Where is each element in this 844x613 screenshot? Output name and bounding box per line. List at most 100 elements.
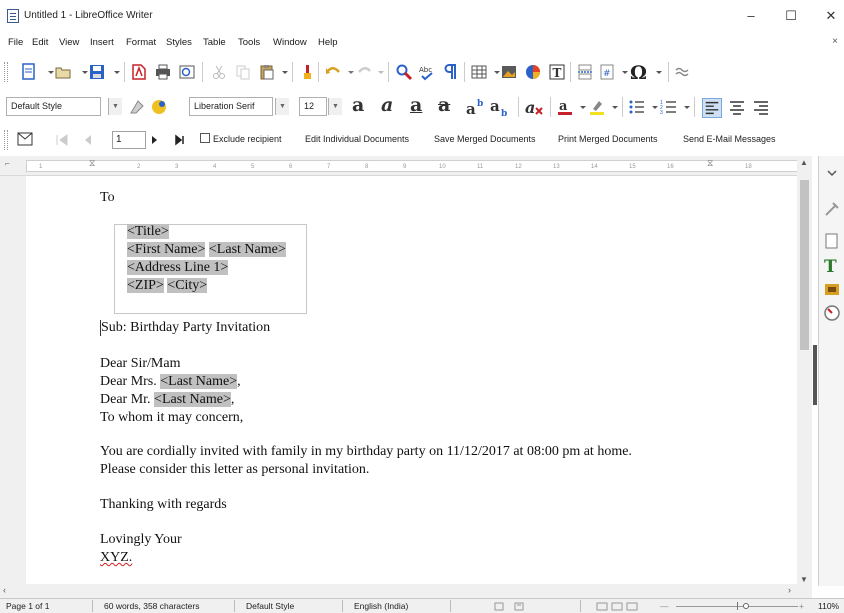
connect-to-address-list-icon[interactable] (16, 130, 34, 148)
insert-field-icon[interactable]: # (598, 63, 616, 81)
page-count[interactable]: Page 1 of 1 (6, 601, 49, 611)
save-merged-documents-button[interactable]: Save Merged Documents (434, 134, 536, 144)
left-indent-marker[interactable]: ⧖ (89, 158, 95, 169)
styles-icon[interactable]: T (823, 256, 841, 274)
scroll-left-icon[interactable]: ‹ (3, 585, 6, 595)
font-name-dropdown-arrow[interactable]: ▼ (275, 98, 289, 115)
copy-icon[interactable] (234, 63, 252, 81)
menu-window[interactable]: Window (273, 37, 307, 48)
insert-table-icon[interactable] (470, 63, 488, 81)
strikethrough-icon[interactable]: a (438, 94, 450, 116)
zoom-level[interactable]: 110% (818, 601, 839, 611)
italic-icon[interactable]: a (381, 94, 393, 116)
align-left-icon[interactable] (702, 98, 722, 118)
title-field[interactable]: <Title> (127, 224, 169, 239)
new-style-icon[interactable] (150, 98, 168, 116)
send-email-messages-button[interactable]: Send E-Mail Messages (683, 134, 776, 144)
print-preview-icon[interactable] (178, 63, 196, 81)
paragraph-style-dropdown[interactable]: Default Style (6, 97, 101, 116)
minimize-button[interactable]: – (736, 6, 766, 26)
exclude-recipient-checkbox[interactable] (200, 133, 210, 143)
insert-mode-icon[interactable] (494, 602, 504, 611)
page-icon[interactable] (823, 232, 841, 250)
subscript-icon[interactable]: ab (490, 98, 512, 116)
print-merged-documents-button[interactable]: Print Merged Documents (558, 134, 658, 144)
zoom-slider-thumb[interactable] (743, 603, 749, 609)
menu-view[interactable]: View (59, 37, 79, 48)
first-name-field[interactable]: <First Name> (127, 242, 206, 257)
menu-format[interactable]: Format (126, 37, 156, 48)
menu-file[interactable]: File (8, 37, 23, 48)
menu-edit[interactable]: Edit (32, 37, 48, 48)
document-page[interactable]: To <Title> <First Name> <Last Name> <Add… (26, 176, 798, 586)
paragraph-style-dropdown-arrow[interactable]: ▼ (108, 98, 122, 115)
record-number-input[interactable]: 1 (112, 131, 146, 149)
align-right-icon[interactable] (752, 99, 770, 117)
menu-styles[interactable]: Styles (166, 37, 192, 48)
formatting-marks-icon[interactable] (442, 63, 460, 81)
insert-chart-icon[interactable] (524, 63, 542, 81)
insert-image-icon[interactable] (500, 63, 518, 81)
scroll-right-icon[interactable]: › (788, 585, 791, 595)
first-record-icon[interactable] (52, 131, 70, 149)
selection-mode-icon[interactable] (514, 602, 524, 611)
vertical-scrollbar-thumb[interactable] (800, 180, 809, 350)
next-record-icon[interactable] (146, 131, 164, 149)
address-line-1-field[interactable]: <Address Line 1> (127, 260, 229, 275)
scroll-down-icon[interactable]: ▼ (800, 575, 808, 584)
properties-icon[interactable] (823, 200, 841, 218)
right-indent-marker[interactable]: ⧖ (707, 158, 713, 169)
sidebar-menu-icon[interactable] (825, 166, 839, 180)
horizontal-scrollbar[interactable]: ‹ › (0, 584, 812, 598)
last-record-icon[interactable] (172, 131, 190, 149)
gallery-icon[interactable] (823, 280, 841, 298)
track-changes-icon[interactable] (674, 63, 692, 81)
last-name-field[interactable]: <Last Name> (208, 242, 286, 257)
menu-help[interactable]: Help (318, 37, 338, 48)
close-document-icon[interactable]: × (832, 36, 838, 47)
clear-formatting-icon[interactable]: a (524, 98, 546, 116)
menu-table[interactable]: Table (203, 37, 226, 48)
scroll-up-icon[interactable]: ▲ (800, 158, 808, 167)
font-size-dropdown-arrow[interactable]: ▼ (328, 98, 342, 115)
undo-icon[interactable] (324, 63, 342, 81)
font-name-dropdown[interactable]: Liberation Serif (189, 97, 273, 116)
menu-tools[interactable]: Tools (238, 37, 260, 48)
underline-icon[interactable]: a (410, 94, 422, 116)
close-button[interactable]: ✕ (816, 6, 844, 26)
bullet-list-icon[interactable] (628, 98, 646, 116)
edit-individual-documents-button[interactable]: Edit Individual Documents (305, 134, 409, 144)
address-title-field[interactable]: <Title> (127, 224, 169, 240)
menu-insert[interactable]: Insert (90, 37, 114, 48)
navigator-icon[interactable] (823, 304, 841, 322)
text-language[interactable]: English (India) (354, 601, 408, 611)
new-document-icon[interactable] (20, 63, 38, 81)
save-icon[interactable] (88, 63, 106, 81)
previous-record-icon[interactable] (78, 131, 96, 149)
toolbar-grip[interactable] (4, 62, 8, 82)
find-replace-icon[interactable] (395, 63, 413, 81)
font-color-icon[interactable]: a (556, 98, 574, 116)
numbered-list-icon[interactable]: 123 (660, 98, 678, 116)
exclude-recipient-label[interactable]: Exclude recipient (213, 134, 282, 144)
city-field[interactable]: <City> (167, 278, 208, 293)
view-layout-icons[interactable] (596, 602, 640, 611)
dropdown-arrow-icon[interactable] (650, 63, 668, 81)
align-center-icon[interactable] (728, 99, 746, 117)
special-character-icon[interactable]: Ω (628, 61, 650, 83)
last-name-field[interactable]: <Last Name> (154, 392, 231, 407)
bold-icon[interactable]: a (352, 94, 364, 116)
print-icon[interactable] (154, 63, 172, 81)
zoom-out-icon[interactable]: — (660, 601, 669, 611)
update-style-icon[interactable] (128, 98, 146, 116)
last-name-field[interactable]: <Last Name> (160, 374, 238, 389)
toolbar-grip[interactable] (4, 130, 8, 150)
spelling-icon[interactable]: Abc (418, 63, 436, 81)
export-pdf-icon[interactable] (130, 63, 148, 81)
font-size-dropdown[interactable]: 12 (299, 97, 327, 116)
word-count[interactable]: 60 words, 358 characters (104, 601, 199, 611)
sidebar-collapse-handle[interactable] (813, 345, 817, 405)
insert-page-break-icon[interactable] (576, 63, 594, 81)
zoom-in-icon[interactable]: + (799, 601, 804, 611)
open-folder-icon[interactable] (54, 63, 72, 81)
